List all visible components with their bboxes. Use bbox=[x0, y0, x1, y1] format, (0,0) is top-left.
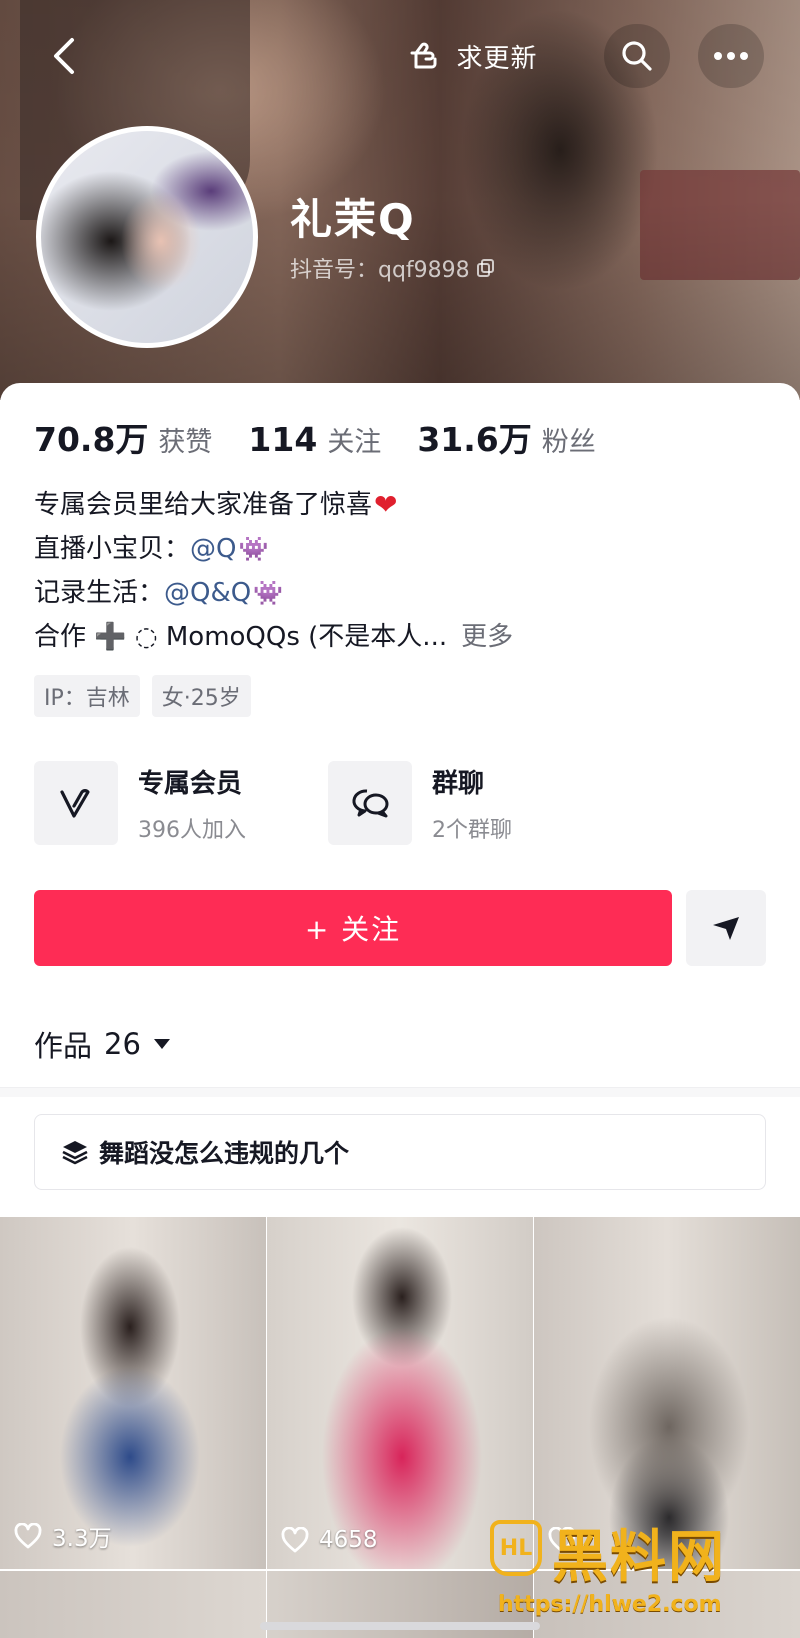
group-chat-icon-box bbox=[328, 761, 412, 845]
membership-subtitle: 396人加入 bbox=[138, 817, 246, 843]
membership-title: 专属会员 bbox=[138, 768, 243, 799]
douyin-id-text: 抖音号：qqf9898 bbox=[290, 258, 470, 283]
paper-plane-icon bbox=[713, 917, 739, 940]
caret-down-icon bbox=[153, 1039, 170, 1049]
collection-card[interactable]: 舞蹈没怎么违规的几个 bbox=[34, 1114, 766, 1190]
video-likes-count: 3.3万 bbox=[52, 1526, 112, 1552]
v-membership-icon bbox=[60, 789, 90, 818]
bio-line-1: 专属会员里给大家准备了惊喜 ❤ bbox=[34, 483, 513, 527]
pointing-hand-icon bbox=[410, 42, 437, 69]
avatar[interactable] bbox=[36, 126, 258, 348]
request-update-label: 求更新 bbox=[456, 43, 538, 74]
alien-monster-icon: 👾 bbox=[238, 535, 269, 563]
stat-following[interactable]: 114 关注 bbox=[248, 420, 381, 459]
send-message-button[interactable] bbox=[686, 890, 766, 966]
back-button[interactable] bbox=[36, 28, 92, 84]
layers-icon bbox=[62, 1141, 88, 1165]
profile-bio: 专属会员里给大家准备了惊喜 ❤ 直播小宝贝： @Q 👾 记录生活： @Q&Q 👾… bbox=[34, 483, 513, 659]
chevron-left-icon bbox=[54, 38, 74, 74]
watermark-name: 黑料网 bbox=[552, 1525, 726, 1590]
video-likes: 3.3万 bbox=[14, 1519, 112, 1553]
group-chat-text: 群聊 2个群聊 bbox=[432, 763, 512, 844]
mention-link-live[interactable]: @Q bbox=[190, 527, 236, 571]
request-update-button[interactable]: 求更新 bbox=[392, 24, 554, 88]
stat-followers-label: 粉丝 bbox=[541, 427, 596, 458]
bio-line-1-text: 专属会员里给大家准备了惊喜 bbox=[34, 490, 373, 520]
group-chat-title: 群聊 bbox=[432, 768, 485, 799]
stat-following-label: 关注 bbox=[327, 427, 382, 458]
site-watermark: HL 黑料网 https://hlwe2.com bbox=[482, 1512, 772, 1622]
group-chat-entry[interactable]: 群聊 2个群聊 bbox=[328, 761, 512, 845]
bio-more-link[interactable]: 更多 bbox=[461, 615, 513, 659]
mention-link-life[interactable]: @Q&Q bbox=[164, 571, 251, 615]
more-dots-icon bbox=[714, 52, 748, 60]
stat-likes-label: 获赞 bbox=[158, 427, 213, 458]
membership-entry[interactable]: 专属会员 396人加入 bbox=[34, 761, 246, 845]
search-button[interactable] bbox=[604, 24, 670, 88]
profile-panel: 70.8万 获赞 114 关注 31.6万 粉丝 专属会员里给大家准备了惊喜 ❤… bbox=[0, 383, 800, 1638]
bio-line-4: 合作 ➕ ◌ MomoQQs (不是本人... 更多 bbox=[34, 615, 513, 659]
gender-age-tag: 女·25岁 bbox=[151, 675, 251, 717]
douyin-id[interactable]: 抖音号：qqf9898 bbox=[290, 252, 496, 284]
tab-works[interactable]: 作品 26 bbox=[34, 1023, 171, 1065]
heart-icon: ❤ bbox=[374, 488, 398, 521]
video-likes-count: 4658 bbox=[319, 1527, 378, 1553]
chat-bubbles-icon bbox=[352, 789, 389, 818]
group-chat-subtitle: 2个群聊 bbox=[432, 817, 512, 843]
copy-icon[interactable] bbox=[476, 258, 496, 278]
bio-line-3-prefix: 记录生活： bbox=[34, 578, 165, 608]
stat-likes-value: 70.8万 bbox=[34, 420, 149, 459]
stat-following-value: 114 bbox=[248, 420, 318, 459]
membership-icon-box bbox=[34, 761, 118, 845]
bio-line-3: 记录生活： @Q&Q 👾 bbox=[34, 571, 513, 615]
membership-text: 专属会员 396人加入 bbox=[138, 763, 246, 844]
bio-line-4-text: 合作 ➕ ◌ MomoQQs (不是本人... bbox=[34, 622, 448, 652]
heart-outline-icon bbox=[281, 1527, 309, 1553]
bio-line-2-prefix: 直播小宝贝： bbox=[34, 534, 191, 564]
stat-followers[interactable]: 31.6万 粉丝 bbox=[417, 413, 595, 461]
watermark-url: https://hlwe2.com bbox=[498, 1592, 722, 1617]
home-indicator[interactable] bbox=[260, 1622, 540, 1630]
stat-followers-value: 31.6万 bbox=[417, 420, 532, 459]
alien-monster-icon: 👾 bbox=[253, 579, 284, 607]
works-count: 26 bbox=[104, 1027, 141, 1061]
follow-button[interactable]: + 关注 bbox=[34, 890, 672, 966]
cover-photo-detail bbox=[640, 170, 800, 280]
stat-likes[interactable]: 70.8万 获赞 bbox=[34, 413, 212, 461]
more-options-button[interactable] bbox=[698, 24, 764, 88]
profile-nickname: 礼茉Q bbox=[290, 195, 416, 244]
profile-tags: IP：吉林 女·25岁 bbox=[34, 675, 251, 717]
heart-outline-icon bbox=[14, 1523, 42, 1549]
collection-title: 舞蹈没怎么违规的几个 bbox=[99, 1139, 350, 1168]
profile-stats: 70.8万 获赞 114 关注 31.6万 粉丝 bbox=[34, 413, 632, 461]
video-thumbnail[interactable]: 3.3万 bbox=[0, 1217, 266, 1569]
watermark-logo: HL bbox=[490, 1520, 542, 1576]
search-icon bbox=[622, 41, 652, 71]
bio-line-2: 直播小宝贝： @Q 👾 bbox=[34, 527, 513, 571]
section-divider bbox=[0, 1087, 800, 1097]
video-likes: 4658 bbox=[281, 1527, 378, 1553]
video-thumbnail[interactable] bbox=[0, 1571, 266, 1638]
works-tab-label: 作品 bbox=[34, 1029, 93, 1063]
ip-location-tag: IP：吉林 bbox=[34, 675, 140, 717]
